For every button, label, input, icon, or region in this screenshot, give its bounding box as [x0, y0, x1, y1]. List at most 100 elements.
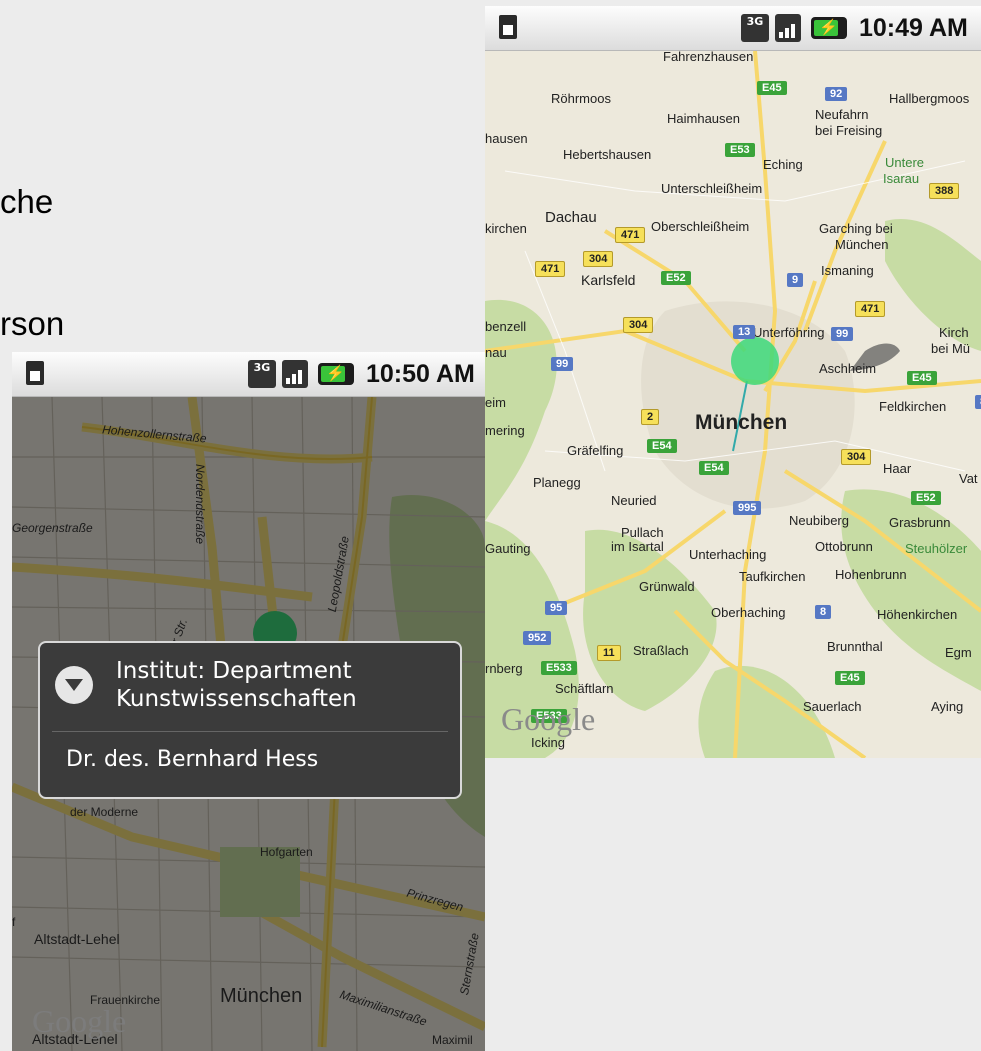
- street-label: Georgenstraße: [12, 521, 93, 535]
- map-label: Steuhölzer: [905, 541, 968, 556]
- map-label: Höhenkirchen: [877, 607, 958, 622]
- map-label: bei Mü: [931, 341, 971, 356]
- map-label: München: [835, 237, 889, 252]
- highway-shield: 99: [831, 327, 854, 341]
- street-label: München: [220, 985, 303, 1007]
- map-label: Grasbrunn: [889, 515, 951, 530]
- signal-strength-icon: [775, 14, 801, 42]
- highway-shield: 952: [523, 631, 552, 645]
- highway-shield: 471: [615, 227, 646, 243]
- map-label: Oberschleißheim: [651, 219, 750, 234]
- map-label: Brunnthal: [827, 639, 883, 654]
- collapse-chevron-icon[interactable]: [55, 666, 93, 704]
- highway-shield: 471: [855, 301, 886, 317]
- status-time: 10:49 AM: [859, 14, 968, 42]
- map-label: Hohenbrunn: [835, 567, 907, 582]
- phone-screen-detail: 3G 10:50 AM: [12, 352, 485, 1051]
- map-label: Straßlach: [633, 643, 689, 658]
- highway-shield: E54: [699, 461, 729, 475]
- map-label: Egm: [945, 645, 972, 660]
- map-label: Ottobrunn: [815, 539, 873, 554]
- map-label: bei Freising: [815, 123, 883, 138]
- map-label: Unterhaching: [689, 547, 767, 562]
- map-label: München: [695, 411, 788, 434]
- status-bar: 3G 10:49 AM: [485, 6, 981, 51]
- network-3g-icon: 3G: [248, 360, 276, 388]
- map-label: Dachau: [545, 209, 597, 226]
- map-label: Hallbergmoos: [889, 91, 970, 106]
- phone-screen-overview: 3G 10:49 AM: [485, 6, 981, 758]
- highway-shield: E533: [541, 661, 577, 675]
- map-label: Grünwald: [639, 579, 695, 594]
- highway-shield: 99: [551, 357, 574, 371]
- map-label: Aschheim: [819, 361, 877, 376]
- battery-charging-icon: [811, 17, 847, 39]
- map-label: Pullach: [621, 525, 664, 540]
- sim-card-icon: [26, 361, 44, 385]
- map-label: Haar: [883, 461, 912, 476]
- map-label: Karlsfeld: [581, 272, 636, 288]
- street-label: Hofgarten: [260, 845, 313, 859]
- slide-text-line1: che: [0, 183, 54, 220]
- highway-shield: 11: [597, 645, 621, 661]
- slide-text-line2: rson: [0, 305, 65, 342]
- map-label: Neuried: [611, 493, 657, 508]
- highway-shield: 471: [535, 261, 566, 277]
- map-label: Gräfelfing: [567, 443, 624, 458]
- map-label: Untere: [885, 155, 925, 170]
- popup-title-line1: Institut: Department: [116, 658, 352, 684]
- map-label: Garching bei: [819, 221, 893, 236]
- map-label: benzell: [485, 319, 527, 334]
- map-label: Sauerlach: [803, 699, 862, 714]
- highway-shield: 304: [623, 317, 654, 333]
- location-info-popup[interactable]: Institut: Department Kunstwissenschaften…: [38, 641, 462, 799]
- street-label: Altstadt-Lehel: [34, 931, 120, 947]
- popup-title-line2: Kunstwissenschaften: [116, 686, 357, 712]
- map-label: Röhrmoos: [551, 91, 611, 106]
- map-label: Aying: [931, 699, 964, 714]
- map-label: Oberhaching: [711, 605, 786, 620]
- status-bar: 3G 10:50 AM: [12, 352, 485, 397]
- signal-strength-icon: [282, 360, 308, 388]
- highway-shield: 2: [641, 409, 660, 425]
- map-label: Isarau: [883, 171, 920, 186]
- highway-shield: 8: [975, 395, 981, 409]
- highway-shield: E53: [725, 143, 755, 157]
- map-label: Taufkirchen: [739, 569, 806, 584]
- highway-shield: E45: [757, 81, 787, 95]
- highway-shield: E54: [647, 439, 677, 453]
- map-label: Kirch: [939, 325, 969, 340]
- highway-shield: 9: [787, 273, 804, 287]
- highway-shield: 95: [545, 601, 568, 615]
- popup-person-name[interactable]: Dr. des. Bernhard Hess: [66, 747, 318, 772]
- map-label: Schäftlarn: [555, 681, 614, 696]
- highway-shield: E45: [835, 671, 865, 685]
- map-label: Neubiberg: [789, 513, 849, 528]
- highway-shield: 8: [815, 605, 832, 619]
- highway-shield: E45: [907, 371, 937, 385]
- google-logo: Google: [32, 1003, 127, 1039]
- sim-card-icon: [499, 15, 517, 39]
- map-label: Neufahrn: [815, 107, 869, 122]
- map-label: Unterschleißheim: [661, 181, 763, 196]
- battery-charging-icon: [318, 363, 354, 385]
- map-label: Unterföhring: [753, 325, 825, 340]
- street-label: der Moderne: [70, 805, 139, 819]
- google-logo: Google: [501, 701, 596, 737]
- map-label: Ismaning: [821, 263, 874, 278]
- map-label: Haimhausen: [667, 111, 740, 126]
- highway-shield: 304: [583, 251, 614, 267]
- map-label: Fahrenzhausen: [663, 51, 754, 64]
- map-label: nau: [485, 345, 507, 360]
- highway-shield: 995: [733, 501, 762, 515]
- map-label: eim: [485, 395, 506, 410]
- highway-shield: 388: [929, 183, 960, 199]
- network-3g-icon: 3G: [741, 14, 769, 42]
- map-label: Feldkirchen: [879, 399, 947, 414]
- status-time: 10:50 AM: [366, 360, 475, 388]
- map-label: mering: [485, 423, 525, 438]
- highway-shield: 304: [841, 449, 872, 465]
- popup-divider: [52, 731, 448, 732]
- map-label: Vat: [959, 471, 978, 486]
- map-view[interactable]: Fahrenzhausen Röhrmoos Haimhausen Neufah…: [485, 51, 981, 758]
